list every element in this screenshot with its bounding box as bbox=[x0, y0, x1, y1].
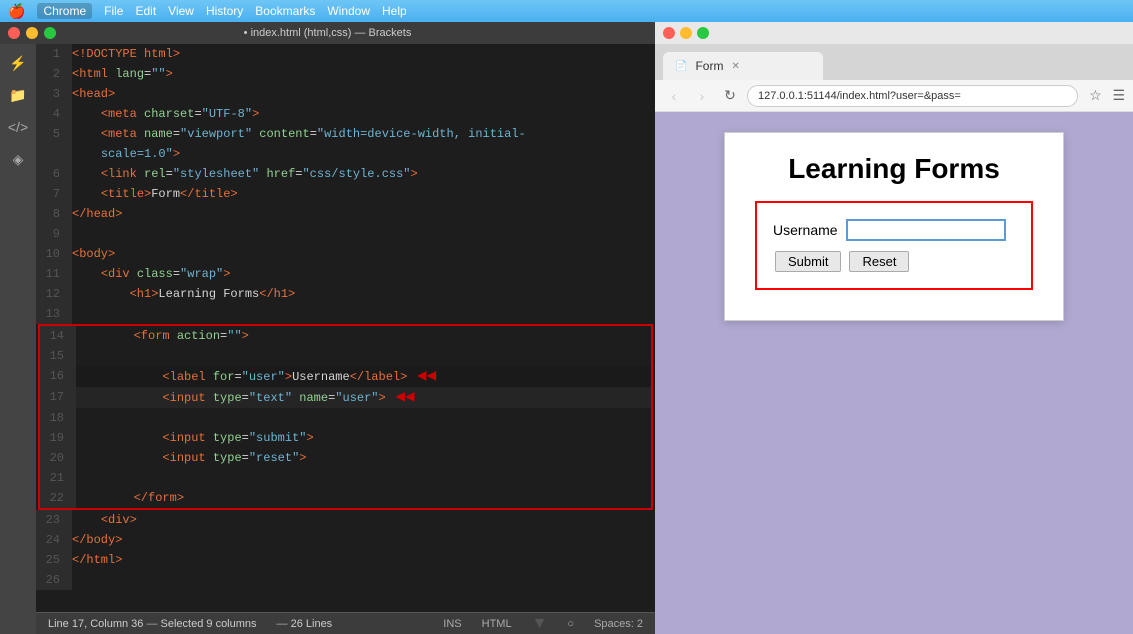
refresh-button[interactable]: ↻ bbox=[719, 85, 741, 107]
code-line-5: 5 <meta name="viewport" content="width=d… bbox=[36, 124, 655, 144]
code-line-8: 8 </head> bbox=[36, 204, 655, 224]
chrome-max-btn[interactable] bbox=[697, 27, 709, 39]
code-line-1: 1 <!DOCTYPE html> bbox=[36, 44, 655, 64]
bookmark-icon[interactable]: ☆ bbox=[1084, 85, 1106, 107]
chrome-close-btn[interactable] bbox=[663, 27, 675, 39]
editor-panel: • index.html (html,css) — Brackets ⚡ 📁 <… bbox=[0, 22, 655, 634]
username-input[interactable] bbox=[846, 219, 1006, 241]
menu-history[interactable]: History bbox=[206, 4, 243, 18]
code-line-12: 12 <h1>Learning Forms</h1> bbox=[36, 284, 655, 304]
status-lines: — 26 Lines bbox=[277, 618, 333, 630]
address-bar[interactable]: 127.0.0.1:51144/index.html?user=&pass= bbox=[747, 85, 1078, 107]
code-line-11: 11 <div class="wrap"> bbox=[36, 264, 655, 284]
sidebar-file-icon[interactable]: 📁 bbox=[3, 80, 33, 110]
code-line-25: 25 </html> bbox=[36, 550, 655, 570]
sidebar-lightning-icon[interactable]: ⚡ bbox=[3, 48, 33, 78]
code-line-5b: scale=1.0"> bbox=[36, 144, 655, 164]
code-line-21: 21 bbox=[40, 468, 651, 488]
code-line-3: 3 <head> bbox=[36, 84, 655, 104]
code-line-13: 13 bbox=[36, 304, 655, 324]
code-line-7: 7 <title>Form</title> bbox=[36, 184, 655, 204]
back-button[interactable]: ‹ bbox=[663, 85, 685, 107]
form-page: Learning Forms Username Submit Reset bbox=[724, 132, 1064, 321]
tab-close-icon[interactable]: ✕ bbox=[731, 61, 739, 72]
menu-file[interactable]: File bbox=[104, 4, 123, 18]
red-box-region: 14 <form action=""> 15 16 <label for="us… bbox=[38, 324, 653, 510]
apple-menu[interactable]: 🍎 bbox=[8, 3, 25, 20]
status-spaces: Spaces: 2 bbox=[594, 618, 643, 630]
maximize-button[interactable] bbox=[44, 27, 56, 39]
code-editor[interactable]: 1 <!DOCTYPE html> 2 <html lang=""> 3 <he… bbox=[36, 44, 655, 612]
form-username-row: Username bbox=[773, 219, 1015, 241]
minimize-button[interactable] bbox=[26, 27, 38, 39]
menu-window[interactable]: Window bbox=[327, 4, 370, 18]
code-line-18: 18 bbox=[40, 408, 651, 428]
menu-view[interactable]: View bbox=[168, 4, 194, 18]
window-controls bbox=[8, 27, 56, 39]
chrome-tab[interactable]: 📄 Form ✕ bbox=[663, 52, 823, 80]
code-line-6: 6 <link rel="stylesheet" href="css/style… bbox=[36, 164, 655, 184]
submit-button[interactable]: Submit bbox=[775, 251, 841, 272]
editor-body: ⚡ 📁 </> ◈ 1 <!DOCTYPE html> 2 <html lang… bbox=[0, 44, 655, 634]
sidebar-code-icon[interactable]: </> bbox=[3, 112, 33, 142]
code-line-4: 4 <meta charset="UTF-8"> bbox=[36, 104, 655, 124]
tab-title: Form bbox=[695, 59, 723, 73]
code-line-17: 17 <input type="text" name="user"> ◀◀ bbox=[40, 387, 651, 408]
editor-sidebar: ⚡ 📁 </> ◈ bbox=[0, 44, 36, 634]
username-label: Username bbox=[773, 222, 838, 238]
form-highlight-border: Username Submit Reset bbox=[755, 201, 1033, 290]
reset-button[interactable]: Reset bbox=[849, 251, 909, 272]
chrome-window-controls bbox=[663, 27, 709, 39]
code-line-23: 23 <div> bbox=[36, 510, 655, 530]
mac-menubar: 🍎 Chrome File Edit View History Bookmark… bbox=[0, 0, 1133, 22]
code-line-10: 10 <body> bbox=[36, 244, 655, 264]
chrome-titlebar bbox=[655, 22, 1133, 44]
address-text: 127.0.0.1:51144/index.html?user=&pass= bbox=[758, 90, 961, 102]
code-line-9: 9 bbox=[36, 224, 655, 244]
menu-edit[interactable]: Edit bbox=[135, 4, 156, 18]
close-button[interactable] bbox=[8, 27, 20, 39]
sidebar-git-icon[interactable]: ◈ bbox=[3, 144, 33, 174]
chrome-min-btn[interactable] bbox=[680, 27, 692, 39]
status-ins: INS bbox=[443, 618, 461, 630]
chrome-tab-bar: 📄 Form ✕ bbox=[655, 44, 1133, 80]
code-line-22: 22 </form> bbox=[40, 488, 651, 508]
status-position: Line 17, Column 36 — Selected 9 columns bbox=[48, 618, 257, 630]
browser-content: Learning Forms Username Submit Reset bbox=[655, 112, 1133, 634]
code-line-16: 16 <label for="user">Username</label> ◀◀ bbox=[40, 366, 651, 387]
forward-button[interactable]: › bbox=[691, 85, 713, 107]
form-buttons-row: Submit Reset bbox=[773, 251, 1015, 272]
status-lang[interactable]: HTML bbox=[482, 618, 512, 630]
menu-chrome[interactable]: Chrome bbox=[37, 3, 92, 19]
tab-favicon-icon: 📄 bbox=[675, 61, 687, 72]
code-line-26: 26 bbox=[36, 570, 655, 590]
page-heading: Learning Forms bbox=[755, 153, 1033, 185]
chrome-panel: 📄 Form ✕ ‹ › ↻ 127.0.0.1:51144/index.htm… bbox=[655, 22, 1133, 634]
status-circle: ○ bbox=[567, 618, 574, 630]
main-area: • index.html (html,css) — Brackets ⚡ 📁 <… bbox=[0, 22, 1133, 634]
chrome-menu-icon[interactable]: ☰ bbox=[1112, 87, 1125, 104]
editor-statusbar: Line 17, Column 36 — Selected 9 columns … bbox=[36, 612, 655, 634]
chrome-addressbar: ‹ › ↻ 127.0.0.1:51144/index.html?user=&p… bbox=[655, 80, 1133, 112]
code-line-19: 19 <input type="submit"> bbox=[40, 428, 651, 448]
code-line-2: 2 <html lang=""> bbox=[36, 64, 655, 84]
menu-bookmarks[interactable]: Bookmarks bbox=[255, 4, 315, 18]
code-line-15: 15 bbox=[40, 346, 651, 366]
code-area[interactable]: 1 <!DOCTYPE html> 2 <html lang=""> 3 <he… bbox=[36, 44, 655, 634]
menu-help[interactable]: Help bbox=[382, 4, 407, 18]
code-line-14: 14 <form action=""> bbox=[40, 326, 651, 346]
code-line-24: 24 </body> bbox=[36, 530, 655, 550]
editor-titlebar: • index.html (html,css) — Brackets bbox=[0, 22, 655, 44]
editor-filename: • index.html (html,css) — Brackets bbox=[244, 27, 412, 39]
code-line-20: 20 <input type="reset"> bbox=[40, 448, 651, 468]
